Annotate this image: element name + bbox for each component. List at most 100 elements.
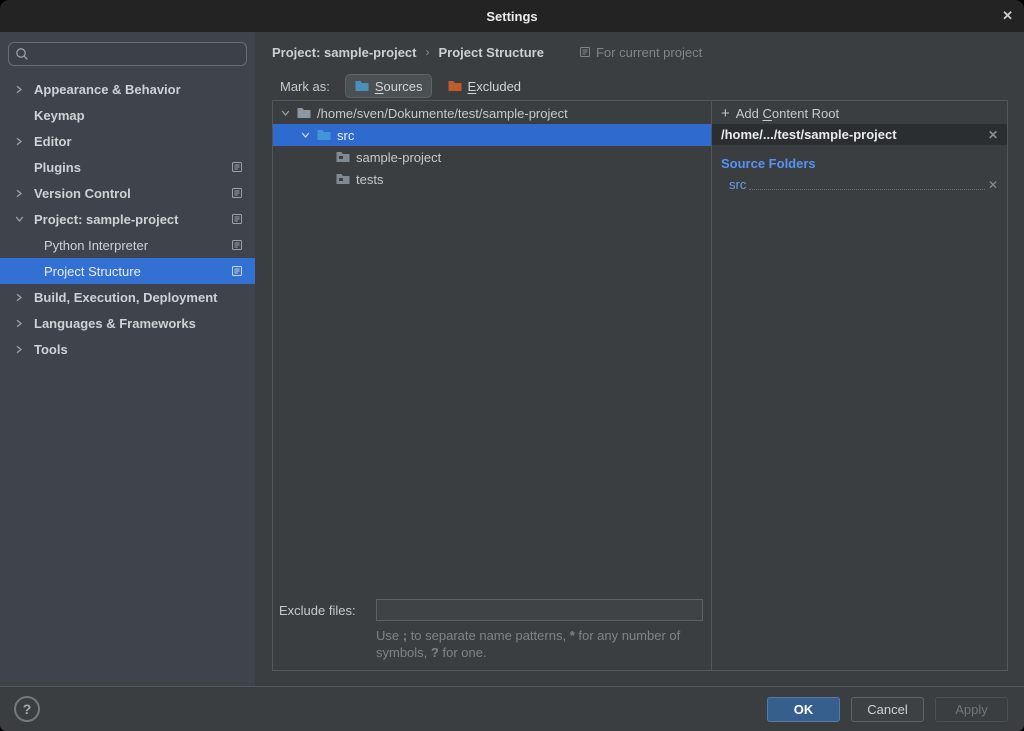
search-icon [15, 47, 29, 61]
tree-row-src[interactable]: src [273, 124, 711, 146]
sidebar-item-label: Editor [34, 134, 72, 149]
ok-button[interactable]: OK [767, 697, 840, 722]
window-title: Settings [486, 9, 537, 24]
project-settings-icon [579, 46, 591, 58]
mark-as-sources-button[interactable]: Sources [346, 75, 431, 97]
content-roots-panel: + Add Content Root /home/.../test/sample… [712, 101, 1007, 670]
folder-icon [335, 171, 351, 187]
project-settings-icon [231, 258, 243, 284]
settings-content: Project: sample-project › Project Struct… [255, 32, 1024, 686]
sidebar-item-build-execution-deployment[interactable]: Build, Execution, Deployment [0, 284, 255, 310]
tree-row-tests[interactable]: tests [273, 168, 711, 190]
sidebar-item-label: Project: sample-project [34, 212, 179, 227]
sources-folder-icon [354, 78, 370, 94]
sidebar-item-languages-frameworks[interactable]: Languages & Frameworks [0, 310, 255, 336]
excluded-folder-icon [447, 78, 463, 94]
chevron-down-icon [15, 206, 24, 232]
help-button[interactable]: ? [14, 696, 40, 722]
for-current-project-label: For current project [596, 45, 702, 60]
breadcrumb-project[interactable]: Project: sample-project [272, 45, 417, 60]
sidebar-item-keymap[interactable]: Keymap [0, 102, 255, 128]
chevron-right-icon [15, 180, 23, 206]
sidebar-item-version-control[interactable]: Version Control [0, 180, 255, 206]
tree-row-sample-project[interactable]: sample-project [273, 146, 711, 168]
sidebar-item-label: Tools [34, 342, 68, 357]
sidebar-item-project-sample-project[interactable]: Project: sample-project [0, 206, 255, 232]
apply-button[interactable]: Apply [935, 697, 1008, 722]
add-content-root-button[interactable]: + Add Content Root [712, 103, 1007, 124]
sidebar-item-appearance-behavior[interactable]: Appearance & Behavior [0, 76, 255, 102]
cancel-button[interactable]: Cancel [851, 697, 924, 722]
sidebar-item-python-interpreter[interactable]: Python Interpreter [0, 232, 255, 258]
source-folder-item-src[interactable]: src ✕ [712, 174, 1007, 195]
sources-label: Sources [375, 79, 423, 94]
content-root-tree-panel: /home/sven/Dokumente/test/sample-project… [273, 101, 712, 670]
exclude-files-hint: Use ; to separate name patterns, * for a… [376, 628, 711, 662]
settings-sidebar: Appearance & Behavior Keymap Editor Plug… [0, 32, 255, 686]
remove-content-root-icon[interactable]: ✕ [988, 128, 998, 142]
tree-node-label: /home/sven/Dokumente/test/sample-project [317, 106, 568, 121]
chevron-right-icon [15, 284, 23, 310]
sidebar-item-label: Plugins [34, 160, 81, 175]
sidebar-item-project-structure[interactable]: Project Structure [0, 258, 255, 284]
window-titlebar: Settings ✕ [0, 0, 1024, 32]
content-root-path-row[interactable]: /home/.../test/sample-project ✕ [712, 124, 1007, 145]
breadcrumb: Project: sample-project › Project Struct… [272, 38, 1008, 66]
chevron-down-icon[interactable] [299, 131, 311, 139]
content-root-path: /home/.../test/sample-project [721, 127, 897, 142]
project-settings-icon [231, 206, 243, 232]
chevron-right-icon [15, 336, 23, 362]
project-settings-icon [231, 154, 243, 180]
footer-buttons: OK Cancel Apply [767, 697, 1008, 722]
tree-node-label: tests [356, 172, 383, 187]
excluded-label: Excluded [468, 79, 521, 94]
sidebar-item-label: Python Interpreter [44, 238, 148, 253]
source-folder-icon [316, 127, 332, 143]
sidebar-item-tools[interactable]: Tools [0, 336, 255, 362]
mark-as-toolbar: Mark as: Sources Excluded [280, 72, 529, 100]
sidebar-item-label: Languages & Frameworks [34, 316, 196, 331]
close-icon[interactable]: ✕ [1002, 0, 1013, 32]
dotted-leader [749, 179, 985, 191]
chevron-down-icon[interactable] [279, 109, 291, 117]
directory-tree: /home/sven/Dokumente/test/sample-project… [273, 101, 711, 190]
sidebar-item-label: Build, Execution, Deployment [34, 290, 217, 305]
folder-icon [296, 105, 312, 121]
add-content-root-label: Add Content Root [736, 106, 839, 121]
source-folders-heading: Source Folders [712, 145, 1007, 174]
remove-source-folder-icon[interactable]: ✕ [988, 178, 998, 192]
chevron-right-icon [15, 76, 23, 102]
settings-dialog: Appearance & Behavior Keymap Editor Plug… [0, 32, 1024, 686]
folder-icon [335, 149, 351, 165]
mark-as-label: Mark as: [280, 79, 330, 94]
sidebar-item-label: Appearance & Behavior [34, 82, 181, 97]
page-title: Project Structure [439, 45, 544, 60]
tree-node-label: sample-project [356, 150, 441, 165]
chevron-right-icon [15, 310, 23, 336]
tree-row-content-root[interactable]: /home/sven/Dokumente/test/sample-project [273, 102, 711, 124]
exclude-files-input[interactable] [376, 599, 703, 621]
mark-as-excluded-button[interactable]: Excluded [439, 75, 529, 97]
breadcrumb-separator: › [426, 45, 430, 59]
exclude-files-label: Exclude files: [279, 603, 368, 618]
sidebar-nav: Appearance & Behavior Keymap Editor Plug… [0, 76, 255, 362]
for-current-project-note: For current project [579, 45, 702, 60]
chevron-right-icon [15, 128, 23, 154]
plus-icon: + [721, 106, 730, 121]
sidebar-item-label: Project Structure [44, 264, 141, 279]
sidebar-item-label: Version Control [34, 186, 131, 201]
exclude-files-section: Exclude files: Use ; to separate name pa… [279, 599, 703, 662]
tree-node-label: src [337, 128, 354, 143]
search-input[interactable] [34, 47, 240, 62]
project-settings-icon [231, 232, 243, 258]
project-structure-panels: /home/sven/Dokumente/test/sample-project… [272, 100, 1008, 671]
project-settings-icon [231, 180, 243, 206]
dialog-footer: ? OK Cancel Apply [0, 686, 1024, 731]
question-mark-icon: ? [23, 701, 32, 717]
settings-search-box[interactable] [8, 42, 247, 66]
sidebar-item-label: Keymap [34, 108, 85, 123]
source-folder-name: src [729, 177, 746, 192]
sidebar-item-plugins[interactable]: Plugins [0, 154, 255, 180]
sidebar-item-editor[interactable]: Editor [0, 128, 255, 154]
settings-window: Settings ✕ Appearance & Behavior Keymap [0, 0, 1024, 731]
